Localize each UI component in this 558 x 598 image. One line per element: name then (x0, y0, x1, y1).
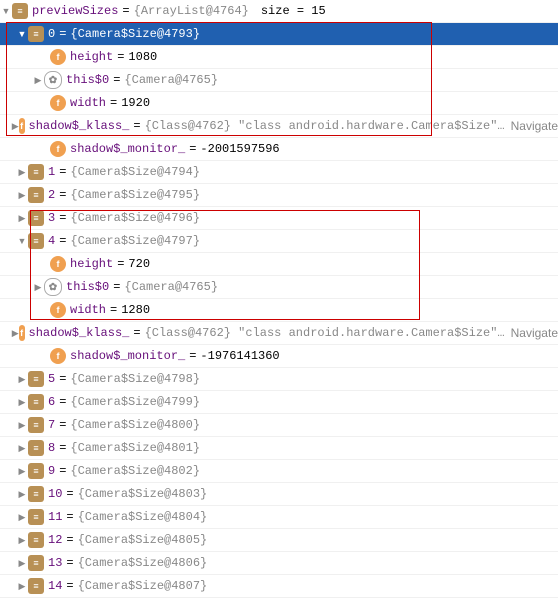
expand-arrow-icon[interactable] (16, 397, 28, 408)
list-icon: ≡ (28, 509, 44, 525)
expand-arrow-icon[interactable] (16, 374, 28, 385)
list-icon: ≡ (28, 233, 44, 249)
field-icon (19, 325, 25, 341)
list-icon: ≡ (28, 417, 44, 433)
list-icon: ≡ (28, 440, 44, 456)
field-icon (50, 348, 66, 364)
expand-arrow-icon[interactable] (16, 236, 28, 246)
field-row[interactable]: width=1920 (0, 92, 558, 115)
navigate-link[interactable]: Navigate (511, 119, 558, 133)
field-row[interactable]: this$0={Camera@4765} (0, 276, 558, 299)
item-row[interactable]: ≡1={Camera$Size@4794} (0, 161, 558, 184)
size-label: size = 15 (261, 4, 326, 18)
list-icon: ≡ (28, 26, 44, 42)
field-row[interactable]: this$0={Camera@4765} (0, 69, 558, 92)
expand-arrow-icon[interactable] (32, 282, 44, 293)
item-row[interactable]: ≡9={Camera$Size@4802} (0, 460, 558, 483)
root-row[interactable]: ≡ previewSizes = {ArrayList@4764} size =… (0, 0, 558, 23)
field-row[interactable]: shadow$_monitor_=-1976141360 (0, 345, 558, 368)
var-name: previewSizes (32, 4, 118, 18)
item-row[interactable]: ≡8={Camera$Size@4801} (0, 437, 558, 460)
field-row[interactable]: height=720 (0, 253, 558, 276)
list-icon: ≡ (12, 3, 28, 19)
list-icon: ≡ (28, 555, 44, 571)
item-row[interactable]: ≡5={Camera$Size@4798} (0, 368, 558, 391)
expand-arrow-icon[interactable] (16, 443, 28, 454)
item-4-row[interactable]: ≡4={Camera$Size@4797} (0, 230, 558, 253)
expand-arrow-icon[interactable] (16, 535, 28, 546)
field-row[interactable]: shadow$_klass_={Class@4762} "class andro… (0, 322, 558, 345)
list-icon: ≡ (28, 187, 44, 203)
field-row[interactable]: shadow$_klass_={Class@4762} "class andro… (0, 115, 558, 138)
field-icon (50, 49, 66, 65)
list-icon: ≡ (28, 371, 44, 387)
expand-arrow-icon[interactable] (16, 558, 28, 569)
field-icon (50, 95, 66, 111)
list-icon: ≡ (28, 210, 44, 226)
expand-arrow-icon[interactable] (16, 512, 28, 523)
this-icon (44, 278, 62, 296)
expand-arrow-icon[interactable] (16, 190, 28, 201)
expand-arrow-icon[interactable] (16, 420, 28, 431)
expand-arrow-icon[interactable] (16, 213, 28, 224)
item-row[interactable]: ≡14={Camera$Size@4807} (0, 575, 558, 598)
field-row[interactable]: width=1280 (0, 299, 558, 322)
item-row[interactable]: ≡6={Camera$Size@4799} (0, 391, 558, 414)
var-value: {ArrayList@4764} (134, 4, 249, 18)
field-icon (50, 256, 66, 272)
field-icon (50, 302, 66, 318)
field-row[interactable]: height=1080 (0, 46, 558, 69)
list-icon: ≡ (28, 578, 44, 594)
item-0-row[interactable]: ≡ 0 = {Camera$Size@4793} (0, 23, 558, 46)
expand-arrow-icon[interactable] (32, 75, 44, 86)
expand-arrow-icon[interactable] (16, 167, 28, 178)
field-row[interactable]: shadow$_monitor_=-2001597596 (0, 138, 558, 161)
item-row[interactable]: ≡12={Camera$Size@4805} (0, 529, 558, 552)
expand-arrow-icon[interactable] (12, 328, 19, 339)
navigate-link[interactable]: Navigate (511, 326, 558, 340)
item-row[interactable]: ≡13={Camera$Size@4806} (0, 552, 558, 575)
item-row[interactable]: ≡7={Camera$Size@4800} (0, 414, 558, 437)
list-icon: ≡ (28, 463, 44, 479)
expand-arrow-icon[interactable] (0, 6, 12, 16)
list-icon: ≡ (28, 394, 44, 410)
item-row[interactable]: ≡11={Camera$Size@4804} (0, 506, 558, 529)
expand-arrow-icon[interactable] (16, 581, 28, 592)
expand-arrow-icon[interactable] (12, 121, 19, 132)
item-row[interactable]: ≡10={Camera$Size@4803} (0, 483, 558, 506)
item-row[interactable]: ≡2={Camera$Size@4795} (0, 184, 558, 207)
list-icon: ≡ (28, 486, 44, 502)
list-icon: ≡ (28, 164, 44, 180)
expand-arrow-icon[interactable] (16, 466, 28, 477)
field-icon (19, 118, 25, 134)
list-icon: ≡ (28, 532, 44, 548)
item-row[interactable]: ≡3={Camera$Size@4796} (0, 207, 558, 230)
expand-arrow-icon[interactable] (16, 489, 28, 500)
expand-arrow-icon[interactable] (16, 29, 28, 39)
this-icon (44, 71, 62, 89)
field-icon (50, 141, 66, 157)
